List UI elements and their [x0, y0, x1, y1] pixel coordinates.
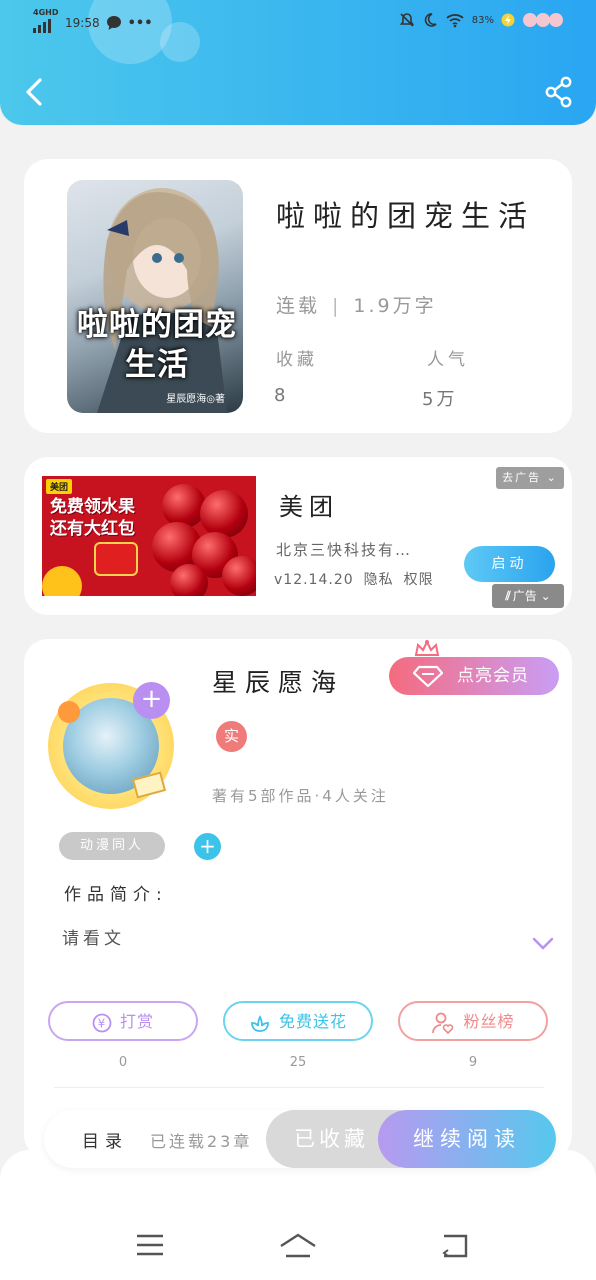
system-nav-bar — [0, 1150, 596, 1280]
ad-version-row: v12.14.20 隐私 权限 — [274, 569, 444, 589]
mute-icon — [399, 13, 414, 27]
ad-card[interactable]: 美团 免费领水果 还有大红包 美团 北京三快科技有… v12.14.20 隐私 权限… — [24, 457, 572, 615]
wifi-icon — [446, 14, 464, 28]
reward-count: 0 — [118, 1055, 128, 1070]
ad-headline-line1: 免费领水果 — [50, 497, 135, 517]
app-notification-icons — [523, 13, 563, 27]
reward-button[interactable]: ¥ 打赏 — [48, 1001, 198, 1041]
user-heart-icon — [432, 1012, 454, 1034]
follow-author-button[interactable]: + — [133, 682, 170, 719]
svg-text:¥: ¥ — [98, 1016, 107, 1030]
flower-icon — [251, 1014, 269, 1032]
flower-count: 25 — [289, 1055, 307, 1070]
battery-charging-icon — [501, 13, 515, 27]
back-nav-icon[interactable] — [440, 1232, 470, 1260]
cover-author-text: 星辰愿海◎著 — [166, 394, 225, 405]
ad-label-badge[interactable]: ⫽ 广告 ⌄ — [492, 584, 564, 608]
ad-privacy-link[interactable]: 隐私 — [364, 572, 394, 588]
remove-ad-button[interactable]: 去广告 ⌄ — [496, 467, 564, 489]
bottom-action-bar: 目录 已连载23章 已收藏 继续阅读 — [44, 1110, 556, 1168]
favorites-value: 8 — [274, 385, 289, 406]
top-header: 4GHD 19:58 ••• 83% — [0, 0, 596, 125]
popularity-label: 人气 — [427, 350, 469, 370]
home-icon[interactable] — [278, 1232, 318, 1260]
avatar-decor — [58, 701, 80, 723]
battery-percent: 83% — [471, 14, 494, 26]
share-icon[interactable] — [544, 76, 574, 108]
continue-reading-button[interactable]: 继续阅读 — [378, 1110, 556, 1168]
do-not-disturb-icon — [424, 13, 437, 27]
add-tag-button[interactable]: + — [194, 833, 221, 860]
ad-start-button[interactable]: 启动 — [464, 546, 555, 582]
diamond-icon — [413, 665, 443, 687]
ad-app-name: 美团 — [279, 493, 339, 521]
more-indicator: ••• — [127, 15, 153, 31]
verified-badge: 实 — [216, 721, 247, 752]
popularity-value: 5万 — [422, 389, 458, 410]
category-tag[interactable]: 动漫同人 — [59, 832, 165, 860]
chapter-status: 已连载23章 — [150, 1132, 253, 1151]
book-cover[interactable]: 啦啦的团宠生活 星辰愿海◎著 — [67, 180, 243, 413]
menu-icon[interactable] — [135, 1232, 165, 1258]
book-title: 啦啦的团宠生活 — [276, 199, 536, 233]
chevron-down-icon[interactable] — [532, 937, 554, 951]
signal-icon: 4GHD — [33, 8, 59, 34]
clock: 19:58 — [65, 16, 100, 30]
crown-icon — [414, 639, 440, 656]
fans-count: 9 — [468, 1055, 478, 1070]
table-of-contents-button[interactable]: 目录 — [82, 1127, 128, 1152]
ad-image[interactable]: 美团 免费领水果 还有大红包 — [42, 476, 256, 596]
divider — [54, 1087, 544, 1088]
ad-network-icon: ⫽ — [505, 589, 511, 603]
red-envelope-icon — [94, 542, 138, 576]
book-word-count: 1.9万字 — [353, 295, 437, 317]
vip-button[interactable]: 点亮会员 — [389, 657, 559, 695]
ad-headline: 免费领水果 还有大红包 — [50, 496, 135, 540]
intro-text: 请看文 — [62, 929, 125, 949]
favorites-label: 收藏 — [276, 350, 318, 370]
book-info-card: 啦啦的团宠生活 星辰愿海◎著 啦啦的团宠生活 连载 | 1.9万字 收藏 人气 8 … — [24, 159, 572, 433]
coin-icon: ¥ — [92, 1013, 112, 1032]
message-icon — [106, 16, 121, 30]
fans-ranking-button[interactable]: 粉丝榜 — [398, 1001, 548, 1041]
status-bar: 4GHD 19:58 ••• 83% — [0, 8, 596, 38]
ad-version: v12.14.20 — [274, 572, 354, 588]
meta-separator: | — [332, 295, 342, 317]
ad-company: 北京三快科技有… — [276, 541, 413, 559]
book-status: 连载 — [276, 295, 321, 317]
cover-title-text: 啦啦的团宠生活 — [77, 307, 237, 383]
ad-permissions-link[interactable]: 权限 — [404, 572, 434, 588]
mascot-icon — [42, 566, 82, 596]
ad-brand-tag: 美团 — [46, 479, 73, 494]
author-name: 星辰愿海 — [212, 668, 345, 697]
back-icon[interactable] — [20, 74, 50, 110]
author-stats: 著有5部作品·4人关注 — [212, 787, 389, 805]
intro-label: 作品简介: — [64, 885, 168, 905]
send-flower-button[interactable]: 免费送花 — [223, 1001, 373, 1041]
ad-headline-line2: 还有大红包 — [50, 519, 135, 539]
book-meta: 连载 | 1.9万字 — [276, 291, 437, 318]
author-card: + 星辰愿海 点亮会员 实 著有5部作品·4人关注 动漫同人 + 作品简介: 请… — [24, 639, 572, 1159]
